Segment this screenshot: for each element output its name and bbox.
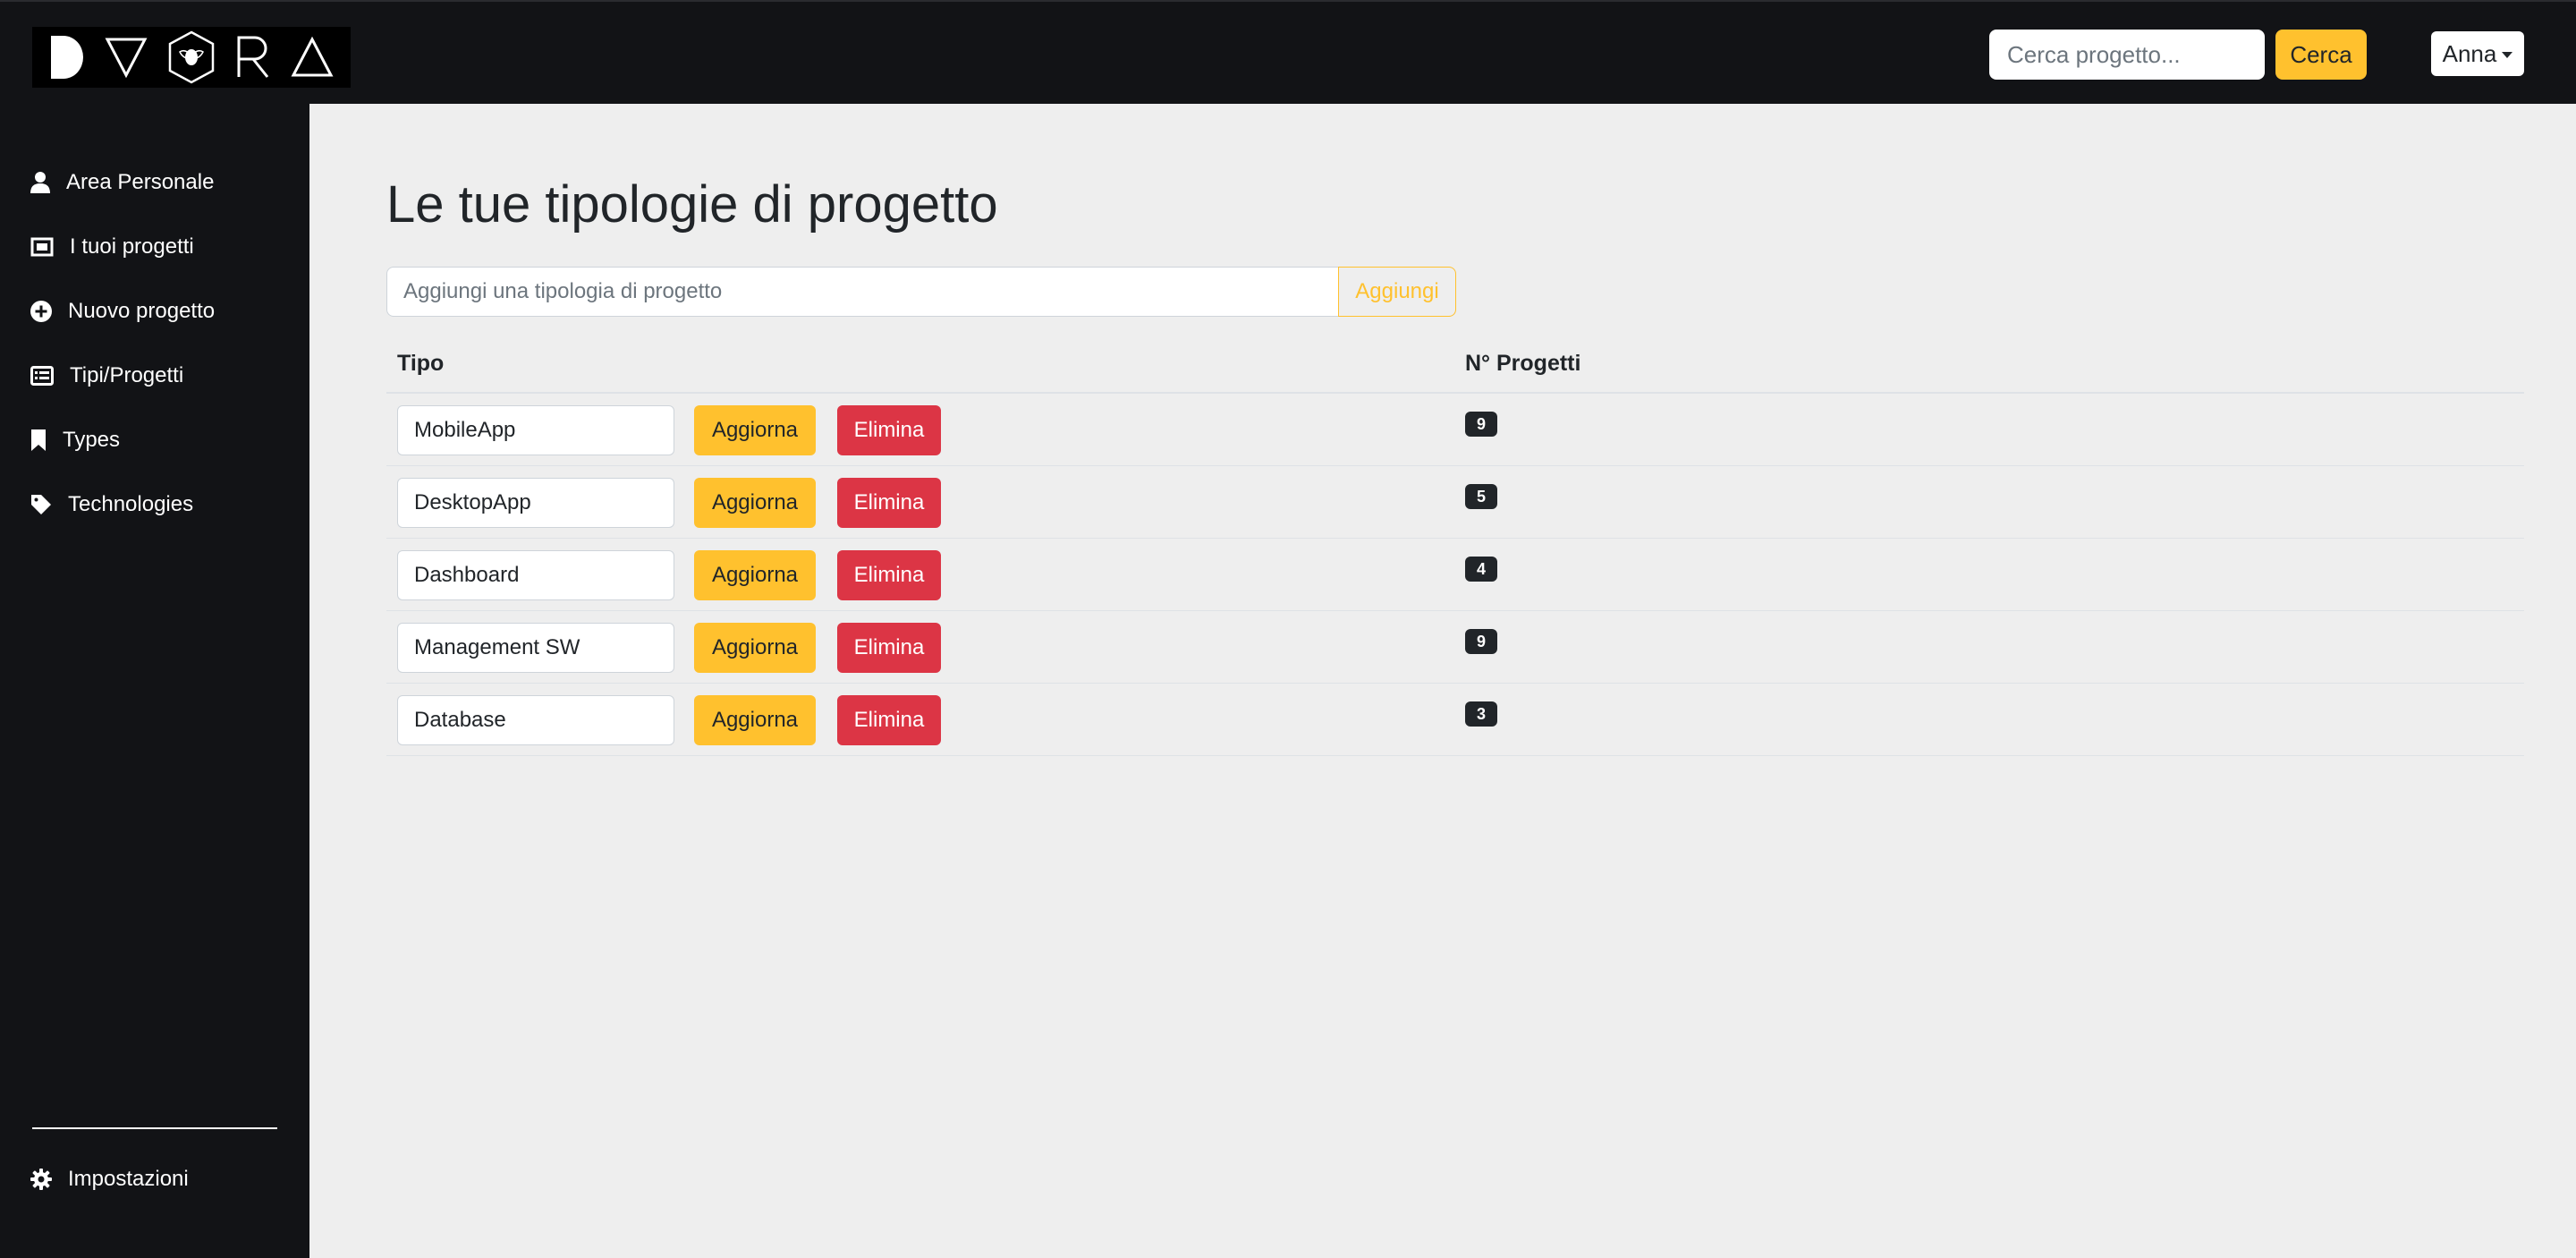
add-type-form: Aggiungi <box>386 267 1456 317</box>
delete-button[interactable]: Elimina <box>837 695 941 745</box>
plus-circle-icon <box>30 301 52 322</box>
table-row: Aggiorna Elimina 3 <box>386 684 2524 756</box>
user-name: Anna <box>2442 39 2497 67</box>
logo-letter-v <box>105 38 148 79</box>
type-name-input[interactable] <box>397 695 674 745</box>
main-content: Le tue tipologie di progetto Aggiungi Ti… <box>309 104 2576 1258</box>
table-row: Aggiorna Elimina 5 <box>386 466 2524 539</box>
table-row: Aggiorna Elimina 4 <box>386 539 2524 611</box>
sidebar-divider <box>32 1127 277 1129</box>
sidebar-item-technologies[interactable]: Technologies <box>30 487 193 523</box>
gallery-icon <box>30 237 54 257</box>
column-header-num-progetti: N° Progetti <box>1465 351 1581 376</box>
project-count-badge: 3 <box>1465 701 1497 727</box>
project-count-badge: 9 <box>1465 629 1497 654</box>
top-navbar: Cerca Anna <box>0 0 2576 104</box>
search-button[interactable]: Cerca <box>2275 30 2367 80</box>
delete-button[interactable]: Elimina <box>837 405 941 455</box>
add-type-button[interactable]: Aggiungi <box>1338 267 1456 317</box>
sidebar-item-label: Nuovo progetto <box>68 299 216 323</box>
sidebar-item-impostazioni[interactable]: Impostazioni <box>30 1161 189 1197</box>
logo-letter-a <box>291 36 334 77</box>
update-button[interactable]: Aggiorna <box>694 695 816 745</box>
bookmark-icon <box>31 429 46 451</box>
user-menu-button[interactable]: Anna <box>2431 31 2524 76</box>
type-name-input[interactable] <box>397 623 674 673</box>
sidebar-item-label: Types <box>63 428 121 452</box>
project-count-badge: 4 <box>1465 557 1497 582</box>
project-count-badge: 5 <box>1465 484 1497 509</box>
sidebar-item-label: Area Personale <box>66 170 215 194</box>
tag-icon <box>31 495 51 514</box>
type-name-input[interactable] <box>397 405 674 455</box>
delete-button[interactable]: Elimina <box>837 623 941 673</box>
sidebar-item-types[interactable]: Types <box>30 422 120 458</box>
dvora-logo[interactable] <box>32 27 351 88</box>
table-row: Aggiorna Elimina 9 <box>386 611 2524 684</box>
add-type-input[interactable] <box>386 267 1338 317</box>
table-header: Tipo N° Progetti <box>386 335 2524 394</box>
sidebar-item-label: Tipi/Progetti <box>70 363 184 387</box>
sidebar-item-label: Impostazioni <box>68 1167 189 1191</box>
search-input[interactable] <box>1989 30 2265 80</box>
logo-letter-d <box>51 36 83 79</box>
gear-icon <box>30 1169 52 1190</box>
sidebar-item-nuovo-progetto[interactable]: Nuovo progetto <box>30 293 215 329</box>
update-button[interactable]: Aggiorna <box>694 623 816 673</box>
caret-down-icon <box>2502 51 2513 58</box>
page-title: Le tue tipologie di progetto <box>386 175 998 234</box>
logo-letter-r <box>237 36 269 78</box>
type-name-input[interactable] <box>397 550 674 600</box>
sidebar-item-label: I tuoi progetti <box>70 234 194 259</box>
table-row: Aggiorna Elimina 9 <box>386 394 2524 466</box>
project-count-badge: 9 <box>1465 412 1497 437</box>
delete-button[interactable]: Elimina <box>837 478 941 528</box>
update-button[interactable]: Aggiorna <box>694 405 816 455</box>
sidebar: Area Personale I tuoi progetti Nuovo pro… <box>0 104 309 1258</box>
column-header-tipo: Tipo <box>397 351 445 376</box>
user-icon <box>30 172 50 193</box>
delete-button[interactable]: Elimina <box>837 550 941 600</box>
update-button[interactable]: Aggiorna <box>694 478 816 528</box>
sidebar-item-tipi-progetti[interactable]: Tipi/Progetti <box>30 358 183 394</box>
sidebar-item-i-tuoi-progetti[interactable]: I tuoi progetti <box>30 229 194 265</box>
logo-letter-o <box>168 30 215 84</box>
sidebar-item-area-personale[interactable]: Area Personale <box>30 165 214 200</box>
sidebar-item-label: Technologies <box>68 492 194 516</box>
project-types-table: Tipo N° Progetti Aggiorna Elimina 9 Aggi… <box>386 335 2524 756</box>
list-icon <box>30 366 54 386</box>
type-name-input[interactable] <box>397 478 674 528</box>
update-button[interactable]: Aggiorna <box>694 550 816 600</box>
